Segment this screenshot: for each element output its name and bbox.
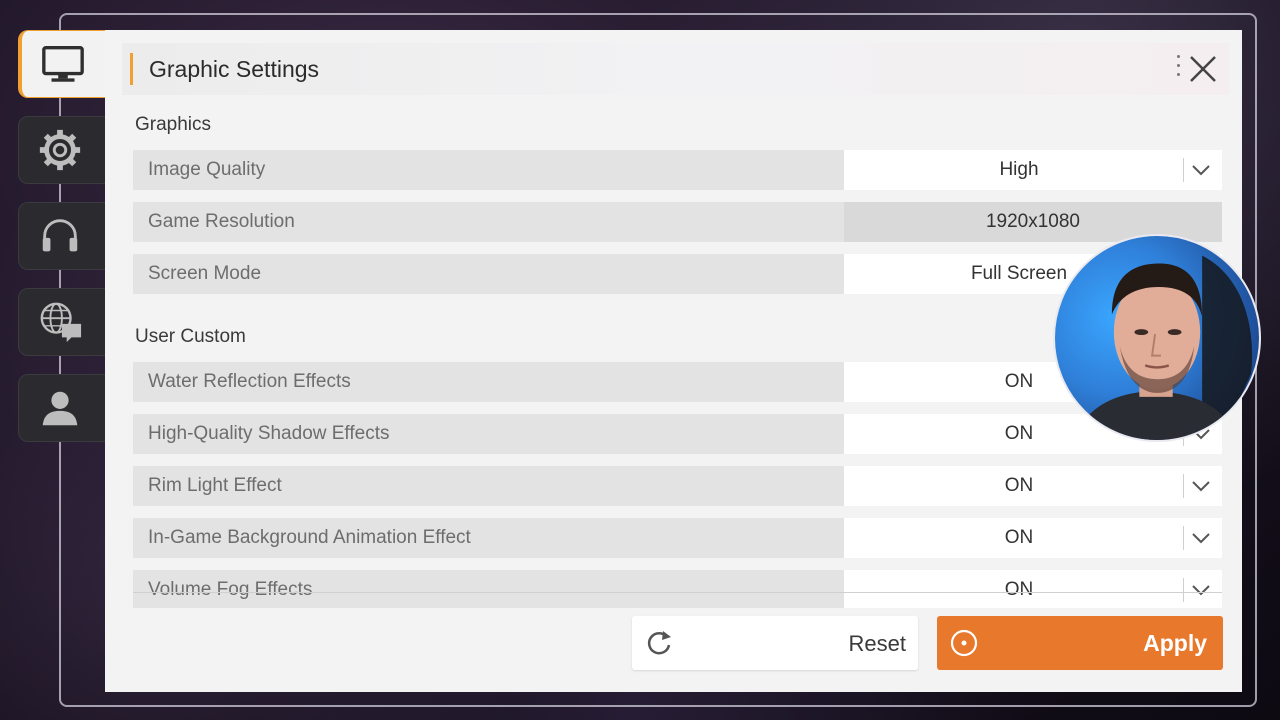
setting-row-rim-light: Rim Light Effect ON <box>133 466 1222 506</box>
list-clip: Volume Fog Effects ON <box>105 568 1242 608</box>
close-icon[interactable] <box>1187 53 1219 85</box>
nav-tab-graphics[interactable] <box>18 30 108 98</box>
apply-button[interactable]: Apply <box>937 616 1223 670</box>
setting-label: Volume Fog Effects <box>148 579 313 600</box>
rim-light-dropdown[interactable]: ON <box>844 466 1222 506</box>
setting-row-image-quality: Image Quality High <box>133 150 1222 190</box>
panel-header: Graphic Settings <box>122 43 1229 95</box>
more-options-icon[interactable] <box>1177 55 1181 79</box>
chevron-down-icon <box>1192 165 1210 176</box>
section-title-user-custom: User Custom <box>135 326 246 347</box>
header-accent-bar <box>130 53 133 85</box>
gear-icon <box>39 129 81 171</box>
setting-label: Game Resolution <box>148 211 295 232</box>
setting-label: Image Quality <box>148 159 266 180</box>
setting-label: Water Reflection Effects <box>148 371 351 392</box>
nav-tab-language[interactable] <box>18 288 106 356</box>
webcam-overlay <box>1053 234 1261 442</box>
chevron-down-icon <box>1192 585 1210 596</box>
monitor-icon <box>41 46 84 82</box>
section-title-graphics: Graphics <box>135 114 212 135</box>
dropdown-divider <box>1183 526 1184 550</box>
setting-row-shadow: High-Quality Shadow Effects ON <box>133 414 1222 454</box>
webcam-person-image <box>1074 255 1253 440</box>
headphones-icon <box>42 219 78 252</box>
setting-row-background-animation: In-Game Background Animation Effect ON <box>133 518 1222 558</box>
setting-label: Screen Mode <box>148 263 262 284</box>
chevron-down-icon <box>1192 533 1210 544</box>
user-icon <box>42 391 78 426</box>
setting-label: In-Game Background Animation Effect <box>148 527 471 548</box>
reset-icon <box>647 631 671 655</box>
panel-title: Graphic Settings <box>149 55 320 82</box>
reset-label: Reset <box>848 631 906 656</box>
dropdown-value: ON <box>1004 579 1034 600</box>
list-divider <box>133 592 1222 593</box>
apply-icon <box>950 629 978 657</box>
dropdown-divider <box>1183 578 1184 602</box>
dropdown-value: ON <box>1004 475 1034 496</box>
image-quality-dropdown[interactable]: High <box>844 150 1222 190</box>
chevron-down-icon <box>1192 481 1210 492</box>
setting-row-volume-fog: Volume Fog Effects ON <box>133 570 1222 608</box>
resolution-value: 1920x1080 <box>985 211 1081 232</box>
dropdown-value: High <box>999 159 1039 180</box>
setting-label: High-Quality Shadow Effects <box>148 423 390 444</box>
nav-tab-settings[interactable] <box>18 116 106 184</box>
dropdown-divider <box>1183 474 1184 498</box>
dropdown-value: ON <box>1004 527 1034 548</box>
background-animation-dropdown[interactable]: ON <box>844 518 1222 558</box>
setting-row-screen-mode: Screen Mode Full Screen <box>133 254 1222 294</box>
reset-button[interactable]: Reset <box>632 616 918 670</box>
nav-tab-account[interactable] <box>18 374 106 442</box>
globe-chat-icon <box>40 302 82 343</box>
setting-row-game-resolution: Game Resolution 1920x1080 <box>133 202 1222 242</box>
nav-tab-audio[interactable] <box>18 202 106 270</box>
dropdown-divider <box>1183 158 1184 182</box>
volume-fog-dropdown[interactable]: ON <box>844 570 1222 608</box>
apply-label: Apply <box>1143 630 1207 656</box>
setting-label: Rim Light Effect <box>148 475 282 496</box>
